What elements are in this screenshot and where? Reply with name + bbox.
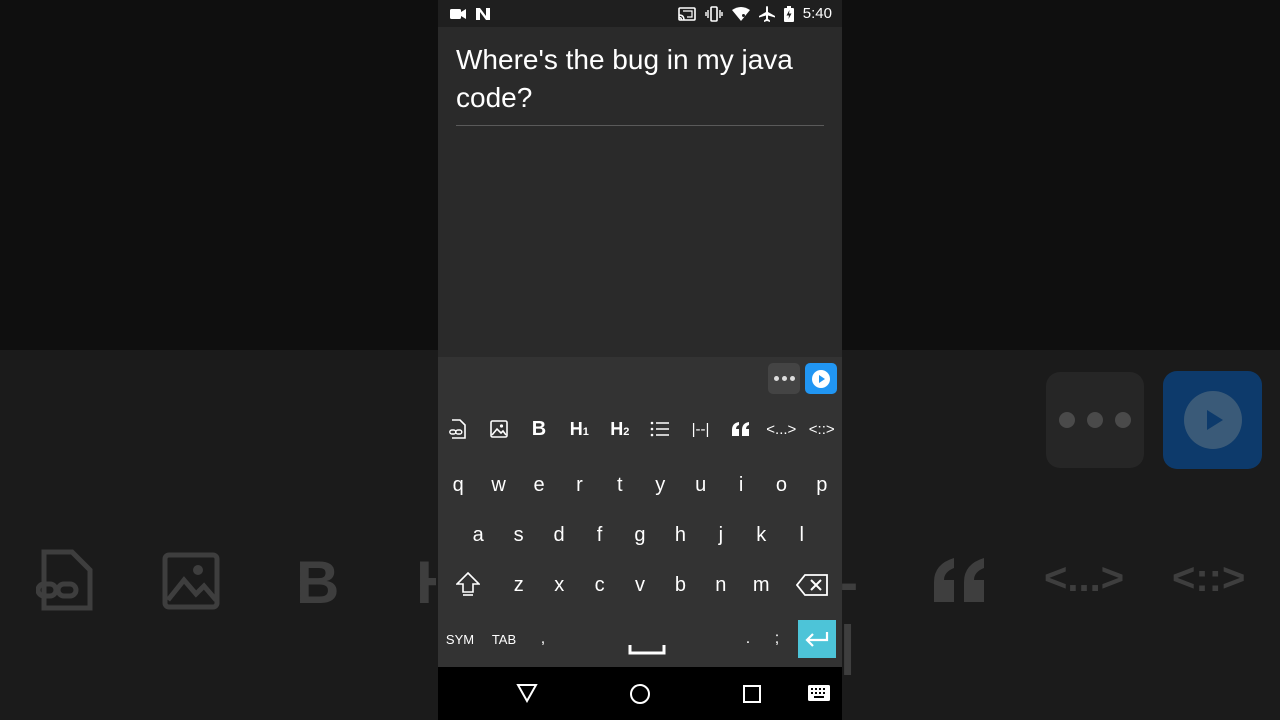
key-l[interactable]: l: [782, 512, 822, 558]
back-icon[interactable]: [516, 683, 538, 703]
heading1-label: H: [569, 418, 583, 439]
bg-heading-label: H: [416, 548, 436, 617]
bold-button[interactable]: B: [519, 412, 559, 446]
heading2-button[interactable]: H2: [600, 412, 640, 446]
key-g[interactable]: g: [620, 512, 660, 558]
code-inline-button[interactable]: <...>: [761, 412, 801, 446]
airplane-icon: [758, 5, 775, 22]
key-k[interactable]: k: [741, 512, 781, 558]
phone-screen: 5:40 Where's the bug in my java code? B …: [438, 0, 842, 720]
title-input[interactable]: Where's the bug in my java code?: [456, 41, 816, 117]
bg-play-icon: [1163, 371, 1262, 469]
heading1-button[interactable]: H1: [559, 412, 599, 446]
key-n[interactable]: n: [701, 562, 741, 608]
bg-code-block-label: <::>: [1172, 556, 1246, 600]
key-row-4: SYM TAB , . ;: [438, 615, 842, 663]
key-i[interactable]: i: [721, 462, 761, 508]
key-y[interactable]: y: [640, 462, 680, 508]
key-row-3: z x c v b n m: [438, 562, 842, 608]
vibrate-icon: [705, 5, 723, 22]
horizontal-rule-label: |--|: [691, 420, 710, 438]
key-x[interactable]: x: [539, 562, 579, 608]
wifi-icon: [731, 6, 750, 21]
status-bar: 5:40: [438, 0, 842, 27]
enter-icon: [805, 632, 829, 647]
backspace-icon: [795, 574, 828, 596]
bg-code-inline-label: <...>: [1044, 556, 1125, 600]
heading2-sub: 2: [623, 426, 630, 438]
key-c[interactable]: c: [579, 562, 619, 608]
key-row-2: a s d f g h j k l: [438, 512, 842, 558]
video-camera-icon: [450, 8, 466, 20]
more-options-icon[interactable]: [768, 363, 800, 394]
key-w[interactable]: w: [478, 462, 518, 508]
quote-icon[interactable]: [721, 412, 761, 446]
code-block-label: <::>: [808, 420, 835, 438]
cast-icon: [677, 6, 696, 21]
key-v[interactable]: v: [620, 562, 660, 608]
formatting-row: B H1 H2 |--| <...> <::>: [438, 412, 842, 446]
semicolon-key[interactable]: ;: [762, 615, 792, 663]
navigation-bar: [438, 667, 842, 720]
horizontal-rule-button[interactable]: |--|: [680, 412, 720, 446]
key-d[interactable]: d: [539, 512, 579, 558]
key-m[interactable]: m: [741, 562, 781, 608]
sym-key[interactable]: SYM: [438, 615, 482, 663]
image-icon[interactable]: [478, 412, 518, 446]
keyboard: B H1 H2 |--| <...> <::> q w e r t y u i …: [438, 357, 842, 667]
recents-icon[interactable]: [742, 684, 762, 704]
key-a[interactable]: a: [458, 512, 498, 558]
editor-area[interactable]: Where's the bug in my java code?: [438, 27, 842, 357]
battery-charging-icon: [783, 5, 794, 22]
backspace-key[interactable]: [781, 562, 842, 608]
tab-key[interactable]: TAB: [482, 615, 526, 663]
keyboard-toolbar: [438, 357, 842, 403]
shift-key[interactable]: [438, 562, 499, 608]
keyboard-switch-icon[interactable]: [808, 685, 830, 701]
n-app-icon: [475, 7, 491, 21]
enter-button[interactable]: [798, 620, 836, 658]
list-icon[interactable]: [640, 412, 680, 446]
key-t[interactable]: t: [600, 462, 640, 508]
title-underline: [456, 125, 824, 126]
code-block-button[interactable]: <::>: [802, 412, 842, 446]
shift-icon: [456, 572, 481, 596]
home-icon[interactable]: [629, 683, 651, 705]
key-o[interactable]: o: [761, 462, 801, 508]
code-inline-label: <...>: [766, 420, 797, 438]
space-key[interactable]: [560, 615, 734, 663]
space-icon: [628, 645, 666, 655]
bg-hr-label: -|: [840, 553, 858, 675]
key-p[interactable]: p: [802, 462, 842, 508]
key-j[interactable]: j: [701, 512, 741, 558]
key-e[interactable]: e: [519, 462, 559, 508]
key-h[interactable]: h: [660, 512, 700, 558]
enter-key[interactable]: [792, 615, 842, 663]
key-r[interactable]: r: [559, 462, 599, 508]
bold-label: B: [531, 417, 547, 440]
key-f[interactable]: f: [579, 512, 619, 558]
clock: 5:40: [802, 5, 832, 22]
bg-bold-label: B: [296, 549, 340, 616]
comma-key[interactable]: ,: [526, 615, 560, 663]
bg-attachment-icon: [36, 549, 93, 611]
play-icon[interactable]: [805, 363, 837, 394]
heading2-label: H: [610, 418, 624, 439]
bg-quote-icon: [934, 558, 984, 602]
key-row-1: q w e r t y u i o p: [438, 462, 842, 508]
key-q[interactable]: q: [438, 462, 478, 508]
bg-image-icon: [162, 552, 220, 610]
bg-more-options-icon: [1046, 372, 1144, 468]
key-b[interactable]: b: [660, 562, 700, 608]
key-s[interactable]: s: [498, 512, 538, 558]
period-key[interactable]: .: [734, 615, 762, 663]
key-z[interactable]: z: [499, 562, 539, 608]
key-u[interactable]: u: [680, 462, 720, 508]
heading1-sub: 1: [582, 426, 589, 438]
attachment-icon[interactable]: [438, 412, 478, 446]
